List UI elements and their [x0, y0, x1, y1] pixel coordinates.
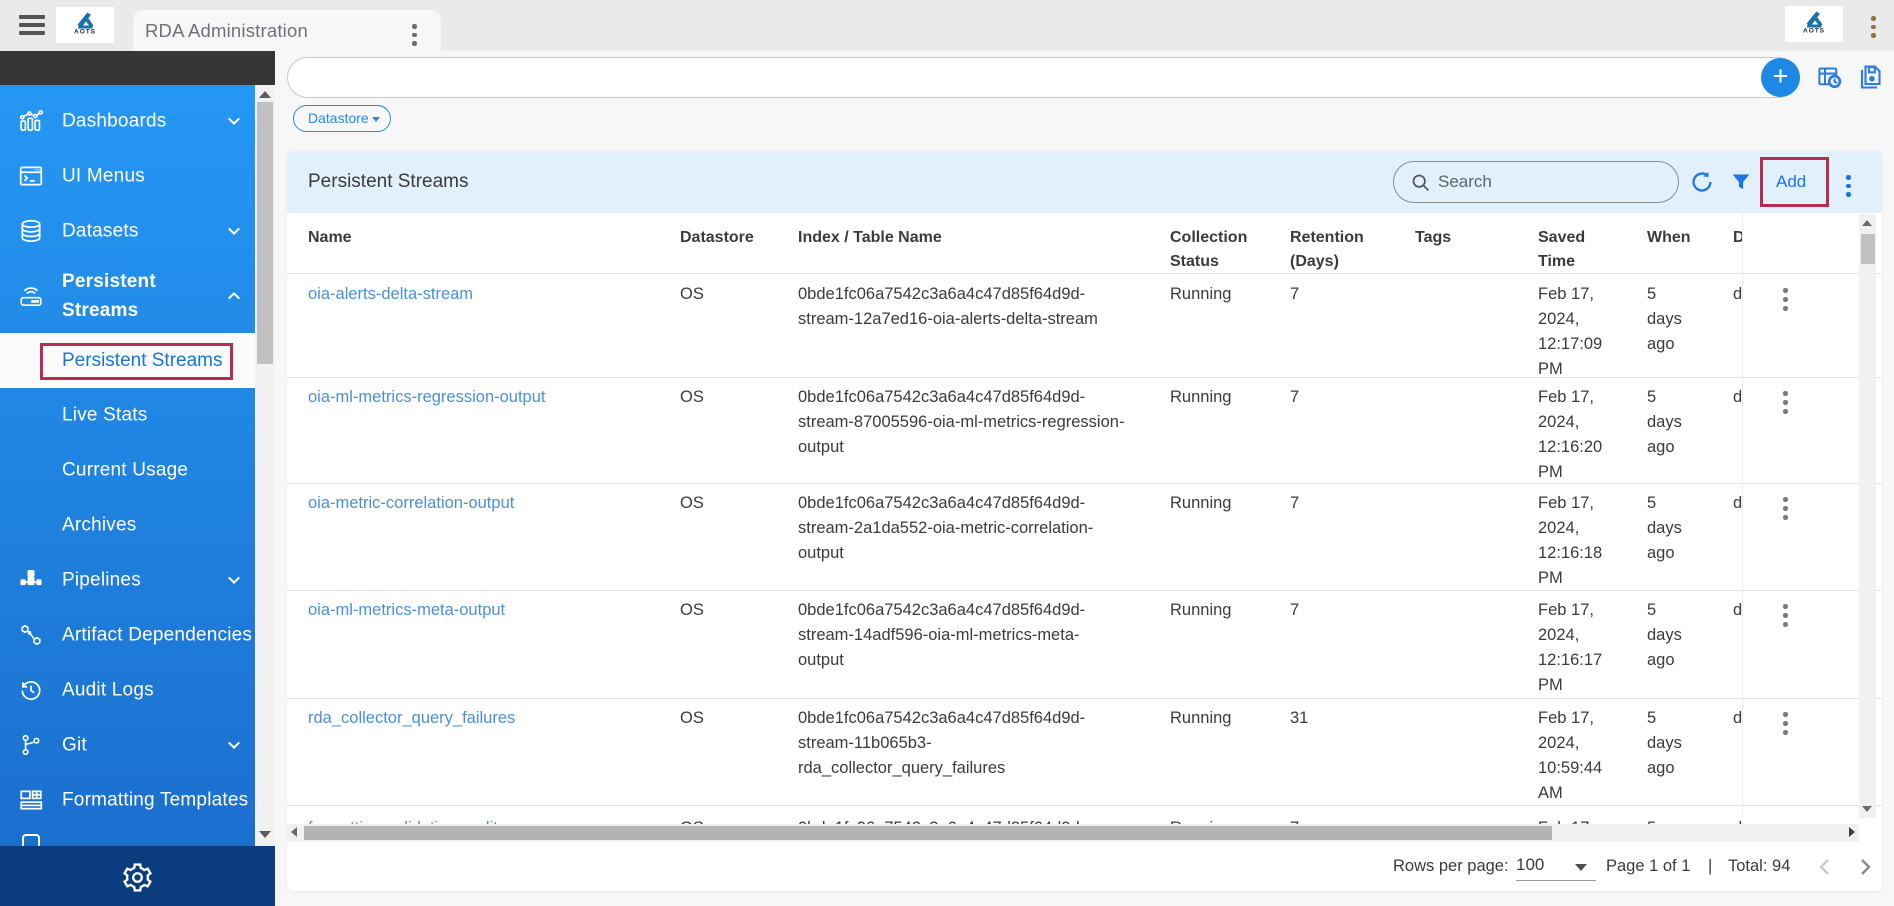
svg-text:AOTS: AOTS — [74, 29, 96, 36]
svg-text:AOTS: AOTS — [1803, 28, 1825, 35]
